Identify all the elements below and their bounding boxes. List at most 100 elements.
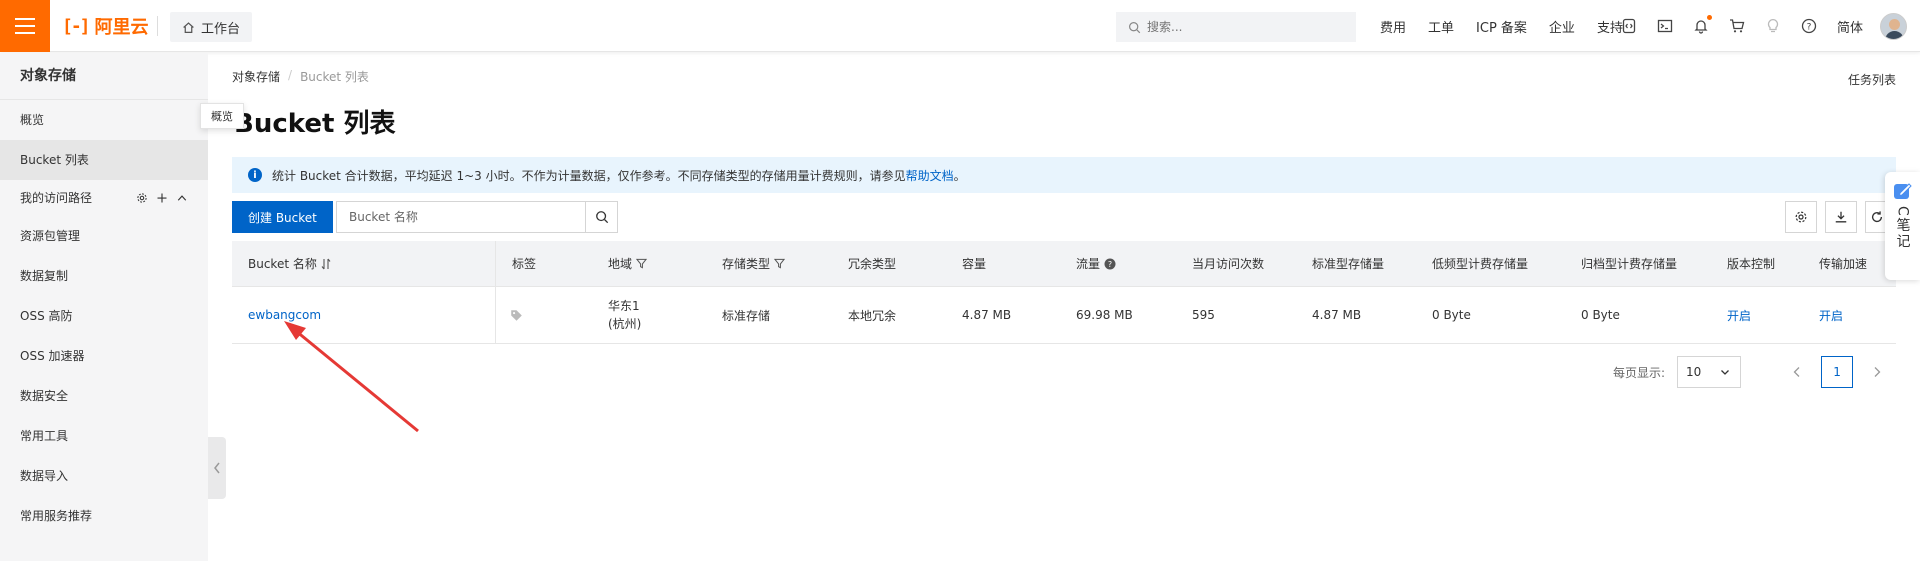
top-icons: ? [1620, 0, 1836, 52]
acceleration-link[interactable]: 开启 [1819, 307, 1843, 324]
sidebar-item-data-replication[interactable]: 数据复制 [0, 256, 208, 296]
global-search-input[interactable] [1147, 20, 1337, 34]
sidebar-item-oss-anti-ddos[interactable]: OSS 高防 [0, 296, 208, 336]
th-versioning: 版本控制 [1727, 257, 1776, 271]
notes-widget[interactable]: C笔记 [1885, 172, 1920, 280]
aliyun-logo[interactable]: [-] 阿里云 [62, 13, 149, 39]
notice-tail: 。 [953, 168, 966, 183]
th-capacity: 容量 [962, 257, 987, 271]
divider [157, 16, 158, 36]
breadcrumb-item-current: Bucket 列表 [300, 70, 369, 84]
plus-icon[interactable] [156, 192, 168, 204]
help-doc-link[interactable]: 帮助文档 [906, 167, 954, 184]
breadcrumb-item-oss[interactable]: 对象存储 [232, 68, 280, 85]
sidebar-title: 对象存储 [0, 53, 208, 100]
notification-badge [1707, 15, 1712, 20]
code-icon[interactable] [1620, 17, 1638, 35]
bucket-search-input[interactable] [337, 202, 585, 232]
versioning-link[interactable]: 开启 [1727, 307, 1751, 324]
logo-mark: [-] [62, 15, 90, 37]
bucket-table: Bucket 名称 标签 地域 存储类型 冗余类型 容量 流量? 当月访问次数 … [232, 241, 1896, 344]
sidebar-item-overview[interactable]: 概览 [0, 100, 208, 140]
table-row: ewbangcom 华东1 (杭州) 标准存储 本地冗余 4.87 MB 69.9… [232, 287, 1896, 344]
chevron-down-icon [1721, 370, 1730, 375]
note-edit-icon [1893, 183, 1912, 199]
chevron-up-icon[interactable] [176, 192, 188, 204]
terminal-icon[interactable] [1656, 17, 1674, 35]
next-page-button[interactable] [1861, 356, 1893, 388]
th-traffic: 流量? [1076, 241, 1116, 286]
download-button[interactable] [1825, 201, 1857, 233]
sidebar-item-data-import[interactable]: 数据导入 [0, 456, 208, 496]
td-standard-storage: 4.87 MB [1312, 308, 1362, 322]
hamburger-menu-button[interactable] [0, 0, 50, 52]
gear-icon [1795, 211, 1807, 223]
filter-icon[interactable] [774, 258, 786, 269]
info-notice: i 统计 Bucket 合计数据，平均延迟 1~3 小时。不作为计量数据，仅作参… [232, 157, 1896, 193]
tag-icon[interactable] [510, 287, 523, 343]
sidebar-item-my-access-paths[interactable]: 我的访问路径 [0, 180, 208, 216]
breadcrumb-separator: / [288, 68, 293, 82]
gear-icon[interactable] [136, 192, 148, 204]
td-storage-type: 标准存储 [722, 308, 771, 323]
th-bucket-name[interactable]: Bucket 名称 [232, 241, 496, 286]
th-acceleration: 传输加速 [1819, 257, 1868, 271]
billing-link[interactable]: 费用 [1380, 17, 1406, 36]
top-links: 费用 工单 ICP 备案 企业 支持 [1380, 0, 1645, 52]
workbench-button[interactable]: 工作台 [170, 12, 253, 42]
td-acceleration: 开启 [1819, 287, 1843, 343]
lightbulb-icon[interactable] [1764, 17, 1782, 35]
notes-widget-label: C笔记 [1894, 206, 1911, 250]
td-archive-storage: 0 Byte [1581, 308, 1620, 322]
page-size-label: 每页显示: [1613, 365, 1666, 380]
page-size-value: 10 [1686, 365, 1702, 379]
td-capacity: 4.87 MB [962, 308, 1012, 322]
filter-icon[interactable] [636, 258, 648, 269]
bell-icon[interactable] [1692, 15, 1712, 35]
th-standard-storage: 标准型存储量 [1312, 257, 1385, 271]
main-content: 对象存储 / Bucket 列表 任务列表 Bucket 列表 i 统计 Buc… [208, 53, 1920, 561]
search-icon [1129, 21, 1141, 33]
td-versioning: 开启 [1727, 287, 1751, 343]
settings-button[interactable] [1785, 201, 1817, 233]
create-bucket-button[interactable]: 创建 Bucket [232, 201, 333, 233]
page-number-current[interactable]: 1 [1821, 356, 1854, 388]
td-ia-storage: 0 Byte [1432, 308, 1471, 322]
sidebar-item-oss-accelerator[interactable]: OSS 加速器 [0, 336, 208, 376]
td-region: 华东1 (杭州) [608, 299, 642, 331]
logo-text: 阿里云 [94, 17, 149, 38]
help-icon[interactable]: ? [1800, 17, 1818, 35]
prev-page-button[interactable] [1781, 356, 1813, 388]
ticket-link[interactable]: 工单 [1428, 17, 1454, 36]
td-monthly-visits: 595 [1192, 308, 1215, 322]
table-header: Bucket 名称 标签 地域 存储类型 冗余类型 容量 流量? 当月访问次数 … [232, 241, 1896, 287]
page-size-select[interactable]: 10 [1677, 356, 1742, 388]
enterprise-link[interactable]: 企业 [1549, 17, 1575, 36]
th-archive-storage: 归档型计费存储量 [1581, 257, 1678, 271]
th-tags: 标签 [512, 257, 537, 271]
sidebar-item-resource-packages[interactable]: 资源包管理 [0, 216, 208, 256]
avatar[interactable] [1880, 13, 1907, 40]
sidebar-item-label: 我的访问路径 [20, 191, 93, 205]
search-icon [595, 211, 608, 224]
icp-link[interactable]: ICP 备案 [1476, 17, 1527, 36]
breadcrumb: 对象存储 / Bucket 列表 [232, 68, 369, 85]
task-list-link[interactable]: 任务列表 [1848, 71, 1896, 88]
sidebar-item-data-security[interactable]: 数据安全 [0, 376, 208, 416]
sort-icon[interactable] [321, 258, 331, 270]
global-search[interactable] [1116, 12, 1356, 42]
help-icon[interactable]: ? [1104, 258, 1116, 270]
page-title: Bucket 列表 [234, 109, 396, 139]
sidebar-item-tools[interactable]: 常用工具 [0, 416, 208, 456]
sidebar-item-bucket-list[interactable]: Bucket 列表 [0, 140, 208, 180]
sidebar-item-recommended-services[interactable]: 常用服务推荐 [0, 496, 208, 536]
language-switch[interactable]: 简体 [1837, 17, 1863, 36]
cart-icon[interactable] [1728, 17, 1746, 35]
bucket-name-link[interactable]: ewbangcom [248, 308, 321, 322]
info-icon: i [248, 168, 262, 182]
workbench-label: 工作台 [201, 21, 241, 37]
bucket-search-button[interactable] [585, 202, 617, 232]
home-icon [183, 21, 194, 33]
th-monthly-visits: 当月访问次数 [1192, 257, 1265, 271]
bucket-search [336, 201, 618, 233]
